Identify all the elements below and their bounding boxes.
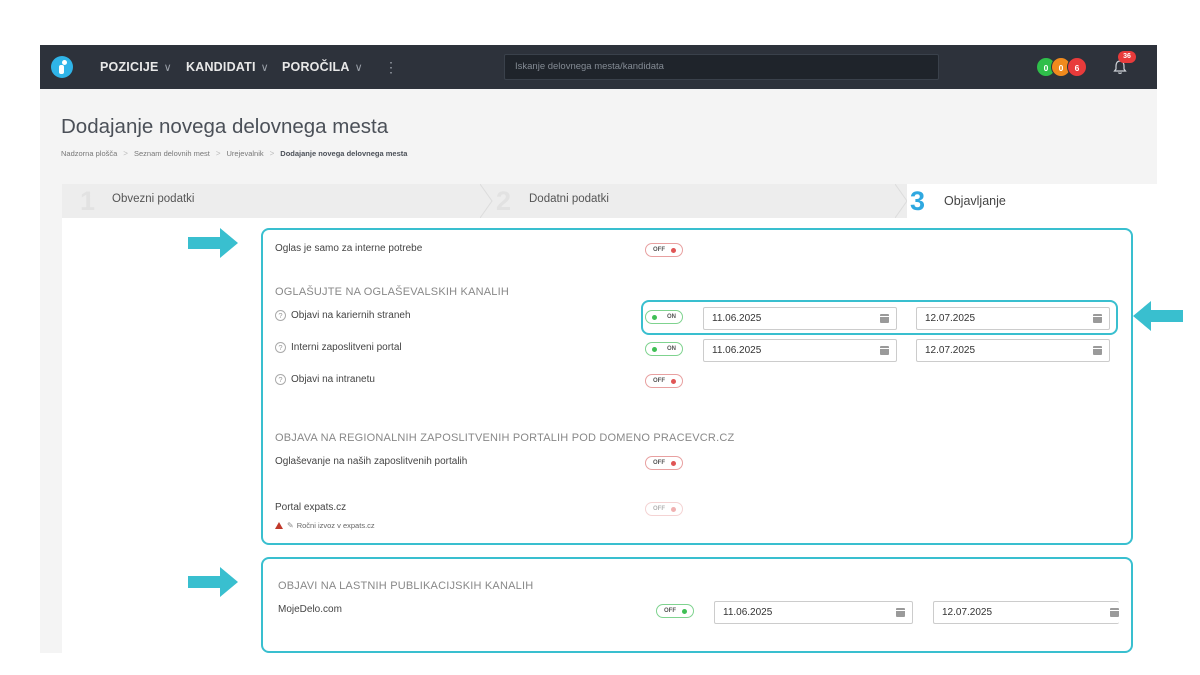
toggle-text: OFF [664, 608, 676, 614]
breadcrumb-item-current: Dodajanje novega delovnega mesta [280, 149, 408, 158]
warning-icon [275, 522, 283, 529]
toggle-dot [652, 315, 657, 320]
internal-portal-label: ? Interni zaposlitveni portal [275, 342, 402, 353]
toggle-dot [652, 347, 657, 352]
help-icon[interactable]: ? [275, 310, 286, 321]
breadcrumb-item-dashboard[interactable]: Nadzorna plošča [61, 149, 117, 158]
breadcrumb-item-job-list[interactable]: Seznam delovnih mest [134, 149, 210, 158]
career-pages-toggle[interactable]: ON [645, 310, 683, 324]
step-1-number: 1 [80, 186, 96, 216]
step-2[interactable]: 2 Dodatni podatki [496, 184, 896, 218]
mojedelo-date-to[interactable]: 12.07.2025 [933, 601, 1119, 624]
help-icon[interactable]: ? [275, 374, 286, 385]
expats-note: ✎ Ročni izvoz v expats.cz [275, 521, 375, 530]
calendar-icon[interactable] [880, 346, 889, 355]
nav-kandidati[interactable]: KANDIDATI ∨ [186, 45, 269, 89]
nav-porocila-label: POROČILA [282, 60, 350, 74]
calendar-icon[interactable] [896, 608, 905, 617]
internal-portal-toggle[interactable]: ON [645, 342, 683, 356]
more-menu-icon[interactable]: ⋮ [384, 45, 398, 89]
intranet-toggle[interactable]: OFF [645, 374, 683, 388]
nav-pozicije[interactable]: POZICIJE ∨ [100, 45, 172, 89]
counter-red[interactable]: 6 [1067, 57, 1087, 77]
internal-only-toggle[interactable]: OFF [645, 243, 683, 257]
breadcrumb-item-editor[interactable]: Urejevalnik [227, 149, 264, 158]
expats-toggle[interactable]: OFF [645, 502, 683, 516]
step-3[interactable]: 3 Objavljanje [907, 184, 1157, 218]
top-navigation-bar: POZICIJE ∨ KANDIDATI ∨ POROČILA ∨ ⋮ Iskanje… [40, 45, 1157, 89]
calendar-icon[interactable] [880, 314, 889, 323]
breadcrumb: Nadzorna plošča > Seznam delovnih mest >… [61, 149, 407, 158]
search-input[interactable]: Iskanje delovnega mesta/kandidata [504, 54, 939, 80]
toggle-dot [671, 507, 676, 512]
help-icon[interactable]: ? [275, 342, 286, 353]
toggle-text: OFF [653, 506, 665, 512]
step-1-label: Obvezni podatki [112, 193, 195, 205]
career-pages-date-from[interactable]: 11.06.2025 [703, 307, 897, 330]
intranet-text: Objavi na intranetu [291, 374, 375, 386]
step-3-number: 3 [910, 186, 926, 216]
internal-only-label: Oglas je samo za interne potrebe [275, 243, 423, 254]
notifications-badge: 36 [1118, 51, 1136, 63]
app-logo-icon[interactable] [51, 56, 73, 78]
toggle-text: ON [667, 314, 676, 320]
chevron-right-icon: > [123, 149, 128, 158]
toggle-text: OFF [653, 460, 665, 466]
step-2-number: 2 [496, 186, 512, 216]
toggle-dot [671, 461, 676, 466]
annotation-arrow-right-icon [188, 567, 238, 597]
internal-portal-date-to[interactable]: 12.07.2025 [916, 339, 1110, 362]
chevron-down-icon: ∨ [354, 62, 363, 74]
date-value: 12.07.2025 [925, 345, 976, 356]
step-1[interactable]: 1 Obvezni podatki [62, 184, 482, 218]
calendar-icon[interactable] [1093, 346, 1102, 355]
page-title: Dodajanje novega delovnega mesta [61, 115, 389, 138]
wizard-steps: 1 Obvezni podatki 2 Dodatni podatki 3 Ob… [62, 184, 1157, 218]
channels-heading: OGLAŠUJTE NA OGLAŠEVALSKIH KANALIH [275, 286, 510, 298]
own-channels-heading: OBJAVI NA LASTNIH PUBLIKACIJSKIH KANALIH [278, 580, 534, 592]
date-value: 12.07.2025 [925, 313, 976, 324]
toggle-text: OFF [653, 378, 665, 384]
regional-heading: OBJAVA NA REGIONALNIH ZAPOSLITVENIH PORT… [275, 432, 735, 444]
calendar-icon[interactable] [1093, 314, 1102, 323]
nav-kandidati-label: KANDIDATI [186, 60, 256, 74]
toggle-dot [671, 248, 676, 253]
chevron-down-icon: ∨ [163, 62, 172, 74]
date-value: 11.06.2025 [712, 313, 762, 324]
regional-portals-toggle[interactable]: OFF [645, 456, 683, 470]
publishing-panel-highlight [261, 228, 1133, 545]
internal-portal-date-from[interactable]: 11.06.2025 [703, 339, 897, 362]
chevron-down-icon: ∨ [260, 62, 269, 74]
toggle-dot [671, 379, 676, 384]
annotation-arrow-left-icon [1133, 301, 1183, 331]
chevron-right-icon: > [215, 149, 221, 158]
chevron-right-icon: > [269, 149, 275, 158]
career-pages-text: Objavi na kariernih straneh [291, 310, 411, 322]
internal-portal-text: Interni zaposlitveni portal [291, 342, 402, 354]
toggle-dot [682, 609, 687, 614]
expats-label: Portal expats.cz [275, 502, 347, 513]
date-value: 11.06.2025 [723, 607, 773, 618]
date-value: 11.06.2025 [712, 345, 762, 356]
step-3-label: Objavljanje [944, 194, 1006, 208]
date-value: 12.07.2025 [942, 607, 993, 618]
nav-porocila[interactable]: POROČILA ∨ [282, 45, 363, 89]
pencil-icon[interactable]: ✎ [287, 521, 294, 530]
nav-pozicije-label: POZICIJE [100, 60, 159, 74]
toggle-text: OFF [653, 247, 665, 253]
annotation-arrow-right-icon [188, 228, 238, 258]
toggle-text: ON [667, 346, 676, 352]
regional-portals-label: Oglaševanje na naših zaposlitvenih porta… [275, 456, 468, 467]
step-2-label: Dodatni podatki [529, 193, 609, 205]
career-pages-date-to[interactable]: 12.07.2025 [916, 307, 1110, 330]
calendar-icon[interactable] [1110, 608, 1119, 617]
mojedelo-date-from[interactable]: 11.06.2025 [714, 601, 913, 624]
intranet-label: ? Objavi na intranetu [275, 374, 375, 385]
mojedelo-label: MojeDelo.com [278, 604, 342, 615]
career-pages-label: ? Objavi na kariernih straneh [275, 310, 411, 321]
mojedelo-toggle[interactable]: OFF [656, 604, 694, 618]
step-separator-icon [480, 184, 493, 218]
expats-note-text[interactable]: Ročni izvoz v expats.cz [297, 521, 375, 530]
